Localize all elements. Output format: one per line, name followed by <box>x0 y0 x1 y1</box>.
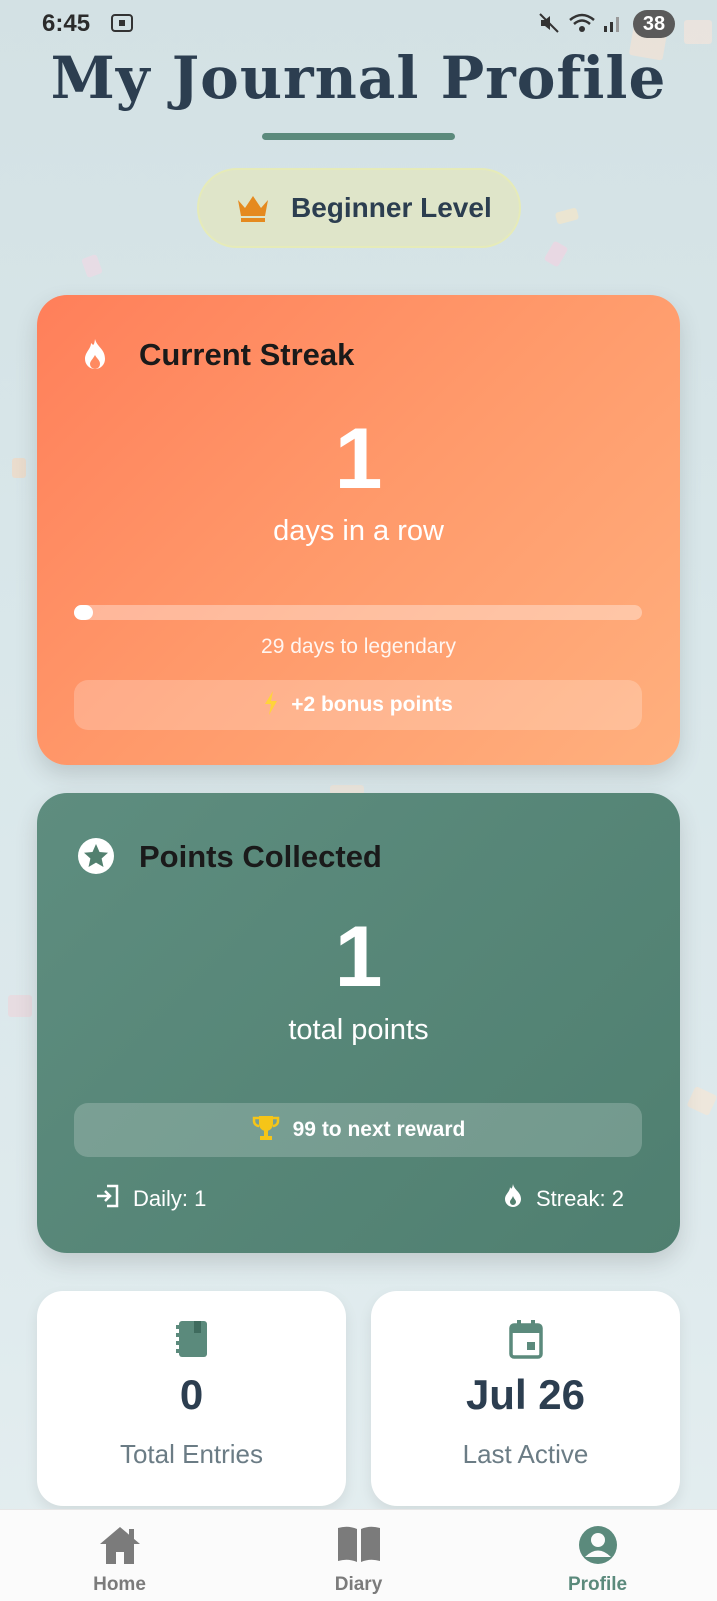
wifi-icon <box>568 12 596 39</box>
book-icon <box>239 1524 478 1569</box>
total-entries-card: 0 Total Entries <box>37 1291 346 1506</box>
next-reward-banner: 99 to next reward <box>74 1103 642 1157</box>
confetti-decoration <box>543 240 569 268</box>
trophy-icon <box>251 1113 281 1148</box>
bonus-points-banner: +2 bonus points <box>74 680 642 730</box>
battery-indicator: 38 <box>633 10 675 38</box>
next-reward-text: 99 to next reward <box>292 1118 466 1141</box>
nav-item-diary[interactable]: Diary <box>239 1510 478 1601</box>
status-bar: 6:45 38 <box>0 0 717 50</box>
points-title: Points Collected <box>139 839 382 874</box>
journal-icon <box>37 1319 346 1364</box>
nav-item-profile[interactable]: Profile <box>478 1510 717 1601</box>
confetti-decoration <box>8 995 32 1017</box>
streak-value: 1 <box>334 411 383 507</box>
fire-icon <box>502 1183 524 1215</box>
streak-points-text: Streak: 2 <box>535 1186 624 1211</box>
fire-icon <box>79 337 111 378</box>
title-underline <box>262 133 455 140</box>
nav-label-diary: Diary <box>334 1574 383 1595</box>
streak-progress-bar <box>74 605 642 620</box>
daily-points: Daily: 1 <box>95 1183 206 1215</box>
calendar-icon <box>371 1319 680 1364</box>
streak-progress-fill <box>74 605 93 620</box>
streak-title: Current Streak <box>139 337 355 372</box>
nav-item-home[interactable]: Home <box>0 1510 239 1601</box>
streak-unit-label: days in a row <box>273 515 444 547</box>
signal-icon <box>602 12 624 39</box>
confetti-decoration <box>81 253 103 279</box>
star-icon <box>77 837 115 880</box>
last-active-label: Last Active <box>462 1439 589 1469</box>
streak-progress-caption: 29 days to legendary <box>261 635 456 658</box>
profile-icon <box>478 1524 717 1571</box>
points-value: 1 <box>334 909 383 1005</box>
streak-card: Current Streak 1 days in a row 29 days t… <box>37 295 680 765</box>
lightning-icon <box>263 690 279 721</box>
last-active-value: Jul 26 <box>465 1371 586 1418</box>
bonus-points-text: +2 bonus points <box>291 693 453 716</box>
login-icon <box>95 1183 121 1215</box>
nav-label-profile: Profile <box>567 1574 628 1595</box>
last-active-card: Jul 26 Last Active <box>371 1291 680 1506</box>
crown-icon <box>235 192 271 229</box>
confetti-decoration <box>554 207 580 225</box>
total-entries-label: Total Entries <box>119 1439 264 1469</box>
mute-icon <box>538 12 560 39</box>
confetti-decoration <box>686 1085 717 1117</box>
level-label: Beginner Level <box>291 192 492 223</box>
streak-points: Streak: 2 <box>502 1183 624 1215</box>
bottom-navigation: Home Diary Profile <box>0 1509 717 1601</box>
points-card: Points Collected 1 total points 99 to ne… <box>37 793 680 1253</box>
level-badge: Beginner Level <box>197 168 521 248</box>
screenshot-icon <box>110 12 134 39</box>
status-time: 6:45 <box>42 10 91 37</box>
points-unit-label: total points <box>288 1014 429 1046</box>
nav-label-home: Home <box>93 1574 146 1595</box>
confetti-decoration <box>12 458 26 478</box>
total-entries-value: 0 <box>179 1371 204 1418</box>
daily-points-text: Daily: 1 <box>133 1186 207 1211</box>
home-icon <box>0 1524 239 1571</box>
page-title: My Journal Profile <box>50 44 667 112</box>
